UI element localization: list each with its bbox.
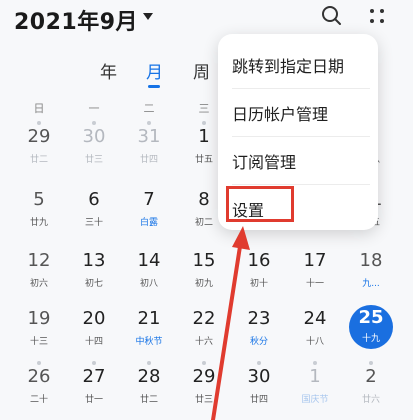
menu-item-label: 跳转到指定日期 — [232, 57, 345, 76]
menu-item-jump-to-date[interactable]: 跳转到指定日期 — [218, 40, 378, 88]
annotation-highlight-box — [226, 186, 294, 222]
menu-item-label: 日历帐户管理 — [232, 105, 329, 124]
menu-item-calendar-accounts[interactable]: 日历帐户管理 — [218, 88, 378, 136]
menu-item-subscriptions[interactable]: 订阅管理 — [218, 136, 378, 184]
menu-item-label: 订阅管理 — [232, 153, 297, 172]
